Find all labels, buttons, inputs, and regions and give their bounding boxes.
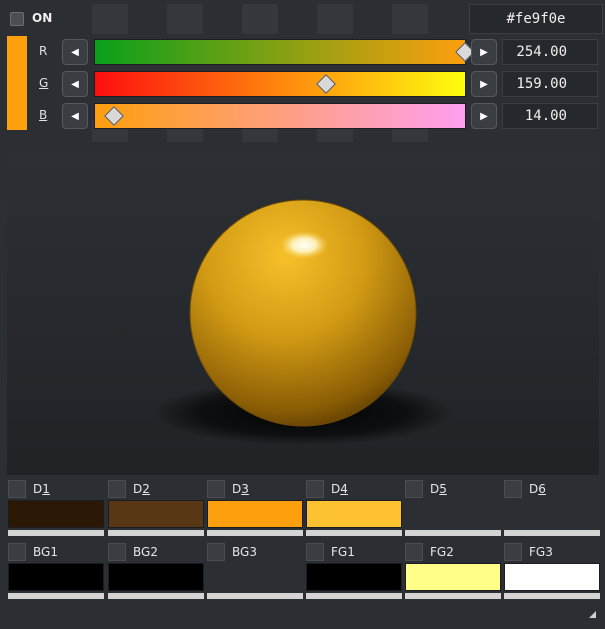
decrement-b-button[interactable]: ◀: [62, 103, 88, 129]
palette-swatch[interactable]: [108, 563, 204, 591]
increment-b-button[interactable]: ▶: [471, 103, 497, 129]
increment-r-button[interactable]: ▶: [471, 39, 497, 65]
channel-label-r: R: [39, 44, 48, 58]
palette-label: BG2: [133, 545, 158, 559]
palette-checkbox[interactable]: [108, 480, 126, 498]
palette-label: FG1: [331, 545, 355, 559]
checker-tile: [242, 4, 278, 34]
value-field-g[interactable]: 159.00: [502, 71, 598, 97]
palette-swatch-bar: [8, 593, 104, 599]
palette-swatch-bar: [306, 530, 402, 536]
palette-checkbox[interactable]: [306, 480, 324, 498]
channel-label-g: G: [39, 76, 49, 90]
palette-checkbox[interactable]: [405, 543, 423, 561]
palette-label: D2: [133, 482, 150, 496]
chevron-left-icon: ◀: [71, 110, 79, 122]
slider-track-r[interactable]: [94, 39, 466, 65]
palette-swatch-bar: [108, 593, 204, 599]
palette-checkbox[interactable]: [108, 543, 126, 561]
palette-swatch[interactable]: [8, 500, 104, 528]
decrement-g-button[interactable]: ◀: [62, 71, 88, 97]
chevron-right-icon: ▶: [480, 110, 488, 122]
palette-swatch-bar: [504, 530, 600, 536]
palette-swatch[interactable]: [405, 563, 501, 591]
palette-swatch-bar: [8, 530, 104, 536]
palette-swatch[interactable]: [504, 500, 600, 528]
palette-swatch-bar: [207, 530, 303, 536]
on-checkbox[interactable]: [10, 12, 24, 26]
palette-label: D6: [529, 482, 546, 496]
palette-checkbox[interactable]: [8, 543, 26, 561]
slider-track-g[interactable]: [94, 71, 466, 97]
palette-checkbox[interactable]: [207, 543, 225, 561]
palette-label: BG1: [33, 545, 58, 559]
palette-swatch[interactable]: [207, 563, 303, 591]
palette-checkbox[interactable]: [405, 480, 423, 498]
palette-checkbox[interactable]: [207, 480, 225, 498]
checker-tile: [392, 4, 428, 34]
sphere-preview: [7, 155, 599, 475]
resize-grip-icon[interactable]: [589, 611, 596, 618]
checker-tile: [167, 4, 203, 34]
current-color-swatch: [7, 36, 27, 130]
value-field-b[interactable]: 14.00: [502, 103, 598, 129]
palette-swatch-bar: [405, 530, 501, 536]
palette-label: BG3: [232, 545, 257, 559]
palette-swatch-bar: [207, 593, 303, 599]
palette-swatch-bar: [504, 593, 600, 599]
palette-checkbox[interactable]: [306, 543, 324, 561]
palette-checkbox[interactable]: [8, 480, 26, 498]
palette-label: FG3: [529, 545, 553, 559]
on-label: ON: [32, 11, 53, 25]
channel-label-b: B: [39, 108, 48, 122]
palette-swatch[interactable]: [504, 563, 600, 591]
checker-tile: [92, 4, 128, 34]
palette-swatch-bar: [405, 593, 501, 599]
increment-g-button[interactable]: ▶: [471, 71, 497, 97]
sphere-render: [153, 199, 453, 445]
value-field-r[interactable]: 254.00: [502, 39, 598, 65]
palette-checkbox[interactable]: [504, 543, 522, 561]
chevron-left-icon: ◀: [71, 46, 79, 58]
palette-label: D4: [331, 482, 348, 496]
hex-input[interactable]: #fe9f0e: [469, 4, 603, 34]
palette-swatch[interactable]: [405, 500, 501, 528]
palette-swatch-bar: [306, 593, 402, 599]
chevron-right-icon: ▶: [480, 46, 488, 58]
chevron-left-icon: ◀: [71, 78, 79, 90]
palette-label: FG2: [430, 545, 454, 559]
slider-track-b[interactable]: [94, 103, 466, 129]
chevron-right-icon: ▶: [480, 78, 488, 90]
palette-swatch[interactable]: [306, 500, 402, 528]
palette-swatch[interactable]: [8, 563, 104, 591]
palette-label: D5: [430, 482, 447, 496]
sphere-highlight: [280, 231, 328, 259]
palette-swatch[interactable]: [108, 500, 204, 528]
checker-tile: [317, 4, 353, 34]
palette-label: D1: [33, 482, 50, 496]
palette-swatch[interactable]: [207, 500, 303, 528]
palette-swatch[interactable]: [306, 563, 402, 591]
palette-label: D3: [232, 482, 249, 496]
palette-swatch-bar: [108, 530, 204, 536]
palette-checkbox[interactable]: [504, 480, 522, 498]
decrement-r-button[interactable]: ◀: [62, 39, 88, 65]
